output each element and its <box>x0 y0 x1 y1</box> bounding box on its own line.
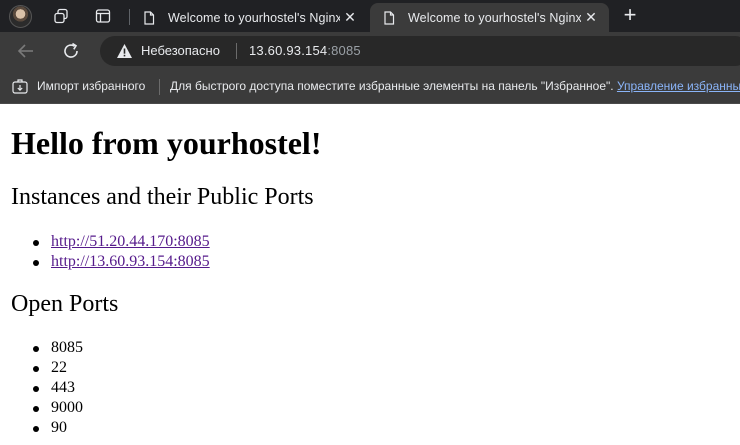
import-favorites-button[interactable]: Импорт избранного <box>37 79 145 93</box>
instance-link[interactable]: http://51.20.44.170:8085 <box>51 233 210 250</box>
page-icon <box>384 10 395 25</box>
instance-links-list: http://51.20.44.170:8085 http://13.60.93… <box>31 232 210 272</box>
close-tab-icon[interactable]: ✕ <box>581 8 601 28</box>
open-ports-heading: Open Ports <box>11 291 119 317</box>
tab-title: Welcome to yourhostel's Nginx! <box>168 10 340 25</box>
instance-link[interactable]: http://13.60.93.154:8085 <box>51 253 210 270</box>
list-item: 8085 <box>31 338 83 358</box>
tab-title: Welcome to yourhostel's Nginx! <box>408 10 581 25</box>
favorites-separator <box>159 79 160 95</box>
list-item: 443 <box>31 378 83 398</box>
back-arrow-icon[interactable] <box>16 41 36 61</box>
manage-favorites-link[interactable]: Управление избранным <box>617 79 740 93</box>
toolbar: Небезопасно 13.60.93.154:8085 <box>0 32 740 70</box>
favorites-bar: Импорт избранного Для быстрого доступа п… <box>0 70 740 104</box>
tab-inactive[interactable]: Welcome to yourhostel's Nginx! ✕ <box>130 3 368 32</box>
tab-actions-icon[interactable] <box>95 8 111 24</box>
new-tab-button[interactable]: + <box>619 4 641 27</box>
tab-active[interactable]: Welcome to yourhostel's Nginx! ✕ <box>370 3 609 32</box>
instances-heading: Instances and their Public Ports <box>11 184 314 210</box>
favorites-hint-text: Для быстрого доступа поместите избранные… <box>170 79 614 93</box>
url-text[interactable]: 13.60.93.154:8085 <box>249 43 361 58</box>
reload-icon[interactable] <box>61 41 81 61</box>
tab-strip: Welcome to yourhostel's Nginx! ✕ Welcome… <box>0 0 740 32</box>
list-item: 22 <box>31 358 83 378</box>
security-status[interactable]: Небезопасно <box>141 43 220 58</box>
list-item: http://51.20.44.170:8085 <box>31 232 210 252</box>
browser-chrome: Welcome to yourhostel's Nginx! ✕ Welcome… <box>0 0 740 104</box>
url-port: :8085 <box>327 43 361 58</box>
list-item: 9000 <box>31 398 83 418</box>
profile-avatar[interactable] <box>9 5 32 28</box>
list-item: 90 <box>31 418 83 438</box>
page-heading: Hello from yourhostel! <box>11 125 322 161</box>
url-host: 13.60.93.154 <box>249 43 328 58</box>
page-content: Hello from yourhostel! Instances and the… <box>0 104 740 445</box>
omnibox-divider <box>236 43 237 59</box>
open-ports-list: 8085 22 443 9000 90 <box>31 338 83 438</box>
page-icon <box>144 10 155 25</box>
workspaces-icon[interactable] <box>53 8 69 24</box>
warning-icon[interactable] <box>116 43 133 59</box>
import-favorites-icon[interactable] <box>12 79 28 94</box>
list-item: http://13.60.93.154:8085 <box>31 252 210 272</box>
address-bar[interactable]: Небезопасно 13.60.93.154:8085 <box>100 36 740 66</box>
close-tab-icon[interactable]: ✕ <box>340 8 360 28</box>
favorites-hint: Для быстрого доступа поместите избранные… <box>170 79 740 93</box>
